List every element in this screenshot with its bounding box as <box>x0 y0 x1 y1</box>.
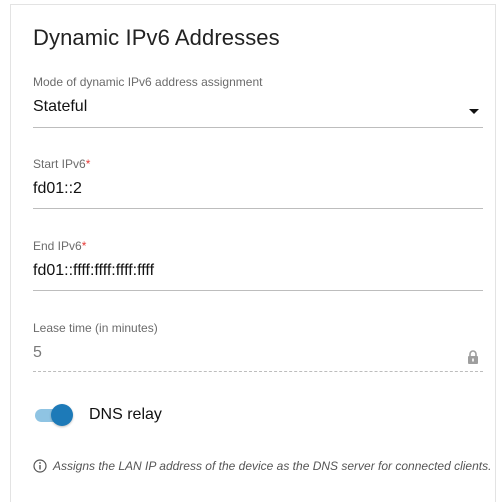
required-mark: * <box>85 157 91 171</box>
dns-relay-toggle[interactable] <box>33 404 75 426</box>
dynamic-ipv6-card: Dynamic IPv6 Addresses Mode of dynamic I… <box>10 4 496 502</box>
mode-underline <box>33 127 483 128</box>
lock-icon <box>468 350 478 364</box>
dns-relay-row: DNS relay <box>33 403 162 427</box>
mode-select[interactable]: Mode of dynamic IPv6 address assignment … <box>33 75 483 128</box>
dns-relay-hint: Assigns the LAN IP address of the device… <box>33 457 493 476</box>
start-ipv6-underline <box>33 208 483 209</box>
lease-time-value: 5 <box>33 344 42 361</box>
required-mark: * <box>81 239 87 253</box>
start-ipv6-label: Start IPv6* <box>33 157 91 171</box>
start-ipv6-value: fd01::2 <box>33 180 82 197</box>
end-ipv6-field[interactable]: End IPv6* fd01::ffff:ffff:ffff:ffff <box>33 239 483 291</box>
mode-label: Mode of dynamic IPv6 address assignment <box>33 75 263 89</box>
lease-time-underline <box>33 371 483 372</box>
info-icon <box>33 459 47 473</box>
toggle-knob <box>51 404 73 426</box>
section-title: Dynamic IPv6 Addresses <box>33 25 280 50</box>
end-ipv6-value: fd01::ffff:ffff:ffff:ffff <box>33 262 155 279</box>
end-ipv6-label: End IPv6* <box>33 239 87 253</box>
chevron-down-icon <box>469 109 479 114</box>
start-ipv6-field[interactable]: Start IPv6* fd01::2 <box>33 157 483 209</box>
lease-time-label: Lease time (in minutes) <box>33 321 158 335</box>
dns-relay-label: DNS relay <box>89 406 162 423</box>
end-ipv6-underline <box>33 290 483 291</box>
lease-time-field: Lease time (in minutes) 5 <box>33 321 483 373</box>
hint-text: Assigns the LAN IP address of the device… <box>53 459 492 473</box>
mode-value: Stateful <box>33 98 88 115</box>
